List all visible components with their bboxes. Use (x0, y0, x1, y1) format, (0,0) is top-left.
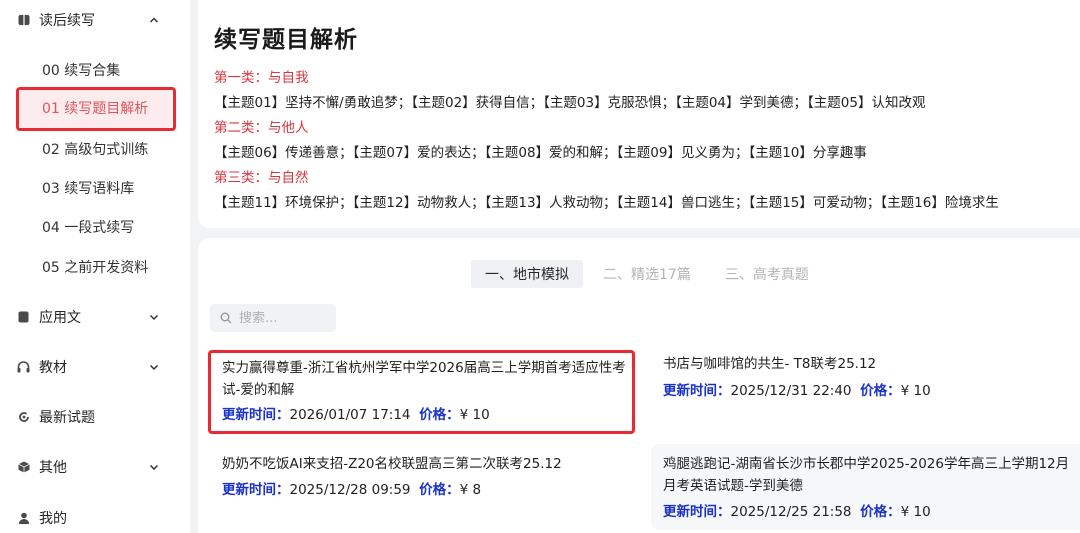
sidebar-item-04[interactable]: 04 一段式续写 (0, 209, 190, 245)
price: ¥ 8 (459, 482, 482, 498)
book-icon (17, 14, 30, 27)
update-time: 2025/12/28 09:59 (289, 482, 411, 498)
price-label: 价格： (860, 504, 901, 520)
chevron-down-icon (149, 364, 159, 371)
sidebar-item-label: 00 续写合集 (42, 63, 121, 79)
tab-bar: 一、地市模拟 二、精选17篇 三、高考真题 (471, 260, 829, 288)
item-meta: 更新时间：2026/01/07 17:14 价格：¥ 10 (222, 403, 490, 423)
sidebar-item-05[interactable]: 05 之前开发资料 (0, 249, 190, 285)
item-title: 鸡腿逃跑记-湖南省长沙市长郡中学2025-2026学年高三上学期12月月考英语试… (663, 456, 1070, 494)
list-item[interactable]: 鸡腿逃跑记-湖南省长沙市长郡中学2025-2026学年高三上学期12月月考英语试… (651, 444, 1080, 530)
chevron-up-icon (149, 17, 159, 23)
refresh-icon (17, 411, 30, 424)
tab-gaokao[interactable]: 三、高考真题 (711, 260, 823, 288)
topic-overview-card: 续写题目解析 第一类：与自我 【主题01】坚持不懈/勇敢追梦；【主题02】获得自… (198, 0, 1080, 228)
sidebar-item-00[interactable]: 00 续写合集 (0, 52, 190, 88)
search-box[interactable] (210, 304, 336, 332)
list-item[interactable]: 奶奶不吃饭AI来支招-Z20名校联盟高三第二次联考25.12 更新时间：2025… (210, 444, 640, 530)
list-item[interactable]: 实力赢得尊重-浙江省杭州学军中学2026届高三上学期首考适应性考试-爱的和解 更… (210, 348, 632, 428)
update-time-label: 更新时间： (663, 383, 731, 399)
sidebar-group-read-continue[interactable]: 读后续写 (0, 0, 190, 40)
update-time-label: 更新时间： (663, 504, 731, 520)
sidebar-group-other[interactable]: 其他 (0, 447, 190, 487)
sidebar-group-latest-tests[interactable]: 最新试题 (0, 397, 190, 437)
article-list-card: 一、地市模拟 二、精选17篇 三、高考真题 实力赢得尊重-浙江省杭州学军中学20… (198, 238, 1080, 533)
item-meta: 更新时间：2025/12/31 22:40 价格：¥ 10 (663, 379, 931, 399)
sidebar-group-label: 最新试题 (39, 410, 95, 426)
item-meta: 更新时间：2025/12/28 09:59 价格：¥ 8 (222, 478, 481, 498)
sidebar-group-label: 读后续写 (39, 13, 95, 29)
update-time-label: 更新时间： (222, 482, 290, 498)
user-icon (17, 512, 30, 525)
category-topics: 【主题11】环境保护；【主题12】动物救人；【主题13】人救动物；【主题14】兽… (214, 195, 999, 211)
price-label: 价格： (419, 482, 460, 498)
category-title: 第二类：与他人 (214, 120, 309, 136)
sidebar-item-label: 02 高级句式训练 (42, 142, 149, 158)
sidebar-item-label: 03 续写语料库 (42, 181, 135, 197)
sidebar-group-label: 教材 (39, 360, 67, 376)
search-input[interactable] (239, 310, 329, 326)
sidebar-item-03[interactable]: 03 续写语料库 (0, 170, 190, 206)
price: ¥ 10 (900, 383, 931, 399)
chevron-down-icon (149, 314, 159, 321)
sidebar-item-label: 05 之前开发资料 (42, 260, 149, 276)
sidebar-item-01-active[interactable]: 01 续写题目解析 (0, 90, 190, 128)
price-label: 价格： (419, 407, 460, 423)
list-item[interactable]: 书店与咖啡馆的共生- T8联考25.12 更新时间：2025/12/31 22:… (651, 344, 1080, 426)
item-title: 奶奶不吃饭AI来支招-Z20名校联盟高三第二次联考25.12 (222, 456, 562, 472)
update-time-label: 更新时间： (222, 407, 290, 423)
sidebar-item-label: 04 一段式续写 (42, 220, 135, 236)
cube-icon (17, 461, 30, 474)
category-title: 第一类：与自我 (214, 70, 309, 86)
update-time: 2025/12/31 22:40 (730, 383, 852, 399)
sidebar-group-mine[interactable]: 我的 (0, 498, 190, 533)
update-time: 2025/12/25 21:58 (730, 504, 852, 520)
update-time: 2026/01/07 17:14 (289, 407, 411, 423)
document-icon (17, 311, 30, 324)
sidebar-group-label: 其他 (39, 460, 67, 476)
sidebar-group-textbook[interactable]: 教材 (0, 347, 190, 387)
headphones-icon (17, 361, 30, 374)
item-title: 实力赢得尊重-浙江省杭州学军中学2026届高三上学期首考适应性考试-爱的和解 (222, 360, 626, 398)
item-meta: 更新时间：2025/12/25 21:58 价格：¥ 10 (663, 500, 931, 520)
page-title: 续写题目解析 (214, 27, 358, 53)
tab-city-mock[interactable]: 一、地市模拟 (471, 260, 583, 288)
sidebar-item-02[interactable]: 02 高级句式训练 (0, 131, 190, 167)
item-title: 书店与咖啡馆的共生- T8联考25.12 (663, 356, 877, 372)
search-icon (220, 312, 232, 324)
chevron-down-icon (149, 464, 159, 471)
sidebar: 读后续写 00 续写合集 01 续写题目解析 02 高级句式训练 03 续写语料… (0, 0, 190, 533)
price: ¥ 10 (900, 504, 931, 520)
price-label: 价格： (860, 383, 901, 399)
category-topics: 【主题01】坚持不懈/勇敢追梦；【主题02】获得自信；【主题03】克服恐惧；【主… (214, 95, 926, 111)
tab-selected-17[interactable]: 二、精选17篇 (589, 260, 705, 288)
category-title: 第三类：与自然 (214, 170, 309, 186)
sidebar-group-label: 我的 (39, 511, 67, 527)
sidebar-group-application[interactable]: 应用文 (0, 297, 190, 337)
sidebar-group-label: 应用文 (39, 310, 81, 326)
price: ¥ 10 (459, 407, 490, 423)
sidebar-item-label: 01 续写题目解析 (42, 101, 149, 117)
category-topics: 【主题06】传递善意；【主题07】爱的表达；【主题08】爱的和解；【主题09】见… (214, 145, 867, 161)
